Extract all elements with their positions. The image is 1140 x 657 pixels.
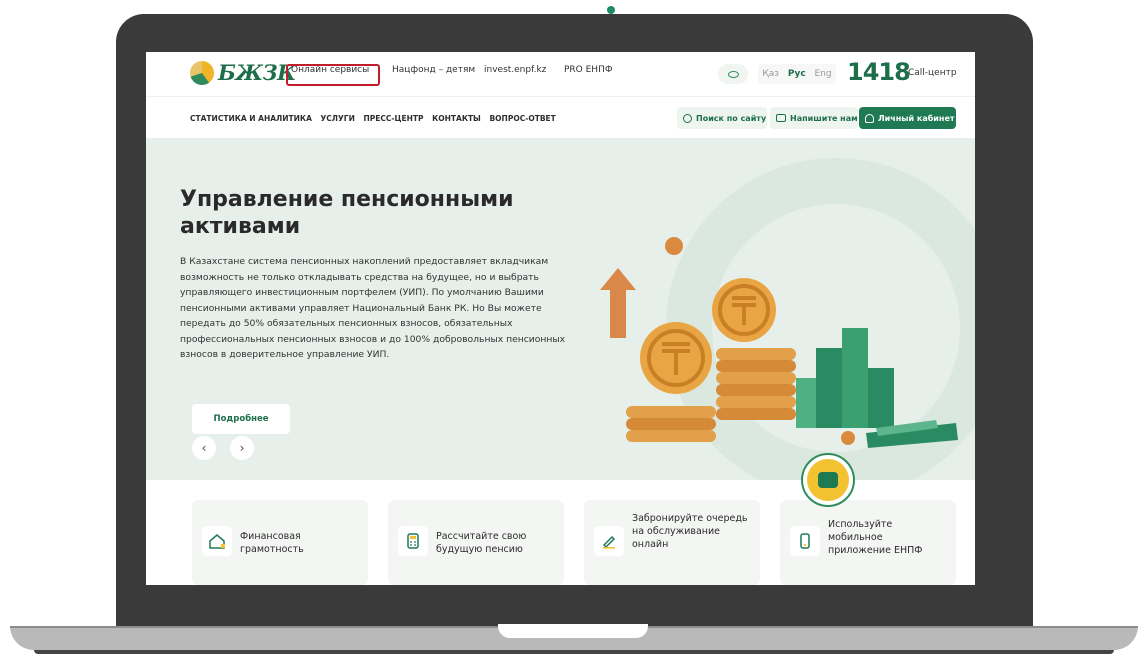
lang-kaz[interactable]: Қаз [762, 69, 779, 79]
accessibility-toggle[interactable] [718, 64, 748, 84]
language-switcher: Қаз Рус Eng [758, 64, 836, 84]
nav-contacts[interactable]: КОНТАКТЫ [432, 114, 481, 123]
topnav-pro-enpf[interactable]: PRO ЕНПФ [564, 65, 613, 75]
logo-text: БЖЗК [218, 60, 296, 85]
services-cards: Финансовая грамотность Рассчитайте свою … [146, 480, 975, 585]
bar-steps [796, 328, 894, 428]
laptop-base-shadow [34, 650, 1114, 654]
card-label: Рассчитайте свою будущую пенсию [436, 531, 527, 555]
logo-icon [190, 60, 214, 85]
main-nav: СТАТИСТИКА И АНАЛИТИКА УСЛУГИ ПРЕСС-ЦЕНТ… [190, 114, 562, 123]
coin-stack-left [626, 406, 716, 442]
tenge-coin-large [640, 322, 712, 394]
growth-arrow-icon [600, 268, 636, 338]
eye-icon [727, 70, 739, 78]
card-book-queue[interactable]: Забронируйте очередь на обслуживание онл… [584, 500, 760, 585]
slider-next-button[interactable]: › [230, 436, 254, 460]
laptop-stage: БЖЗК Онлайн сервисы Нацфонд – детям inve… [0, 0, 1140, 657]
search-label: Поиск по сайту [696, 113, 767, 123]
pen-icon [594, 526, 624, 556]
coins-illustration [600, 237, 958, 448]
indicator-dot [607, 6, 615, 14]
lang-eng[interactable]: Eng [814, 69, 831, 79]
nav-services[interactable]: УСЛУГИ [321, 114, 355, 123]
main-header: СТАТИСТИКА И АНАЛИТИКА УСЛУГИ ПРЕСС-ЦЕНТ… [146, 96, 975, 138]
slider-prev-button[interactable]: ‹ [192, 436, 216, 460]
site-logo[interactable]: БЖЗК [190, 60, 296, 85]
calculator-icon [398, 526, 428, 556]
personal-cabinet-button[interactable]: Личный кабинет [859, 107, 956, 129]
call-center-number[interactable]: 1418 [847, 58, 911, 86]
hero-banner: Управление пенсионными активами В Казахс… [146, 138, 975, 480]
highlight-box [286, 64, 380, 86]
write-us-label: Напишите нам [790, 113, 858, 123]
card-label: Используйте мобильное приложение ЕНПФ [828, 519, 923, 556]
house-icon [202, 526, 232, 556]
nav-statistics[interactable]: СТАТИСТИКА И АНАЛИТИКА [190, 114, 312, 123]
topnav-natsfond[interactable]: Нацфонд – детям [392, 65, 475, 75]
card-label: Финансовая грамотность [240, 531, 304, 555]
call-center-label: Call-центр [908, 68, 957, 78]
chat-icon [818, 472, 838, 488]
hero-description: В Казахстане система пенсионных накоплен… [180, 256, 566, 360]
laptop-notch [498, 624, 648, 638]
card-mobile-app[interactable]: Используйте мобильное приложение ЕНПФ [780, 500, 956, 585]
browser-screen: БЖЗК Онлайн сервисы Нацфонд – детям inve… [146, 52, 975, 585]
personal-cabinet-label: Личный кабинет [878, 113, 955, 123]
card-pension-calculator[interactable]: Рассчитайте свою будущую пенсию [388, 500, 564, 585]
tenge-coin-top [712, 278, 776, 342]
search-icon [683, 113, 692, 123]
search-button[interactable]: Поиск по сайту [677, 107, 767, 129]
message-icon [776, 114, 786, 122]
hero-title: Управление пенсионными активами [180, 187, 514, 239]
nav-faq[interactable]: ВОПРОС-ОТВЕТ [489, 114, 555, 123]
top-header: БЖЗК Онлайн сервисы Нацфонд – детям inve… [146, 52, 975, 96]
lang-rus[interactable]: Рус [788, 69, 806, 79]
small-coin-bottom [841, 431, 855, 445]
card-label: Забронируйте очередь на обслуживание онл… [632, 513, 748, 550]
write-us-button[interactable]: Напишите нам [770, 107, 858, 129]
topnav-invest[interactable]: invest.enpf.kz [484, 65, 546, 75]
card-financial-literacy[interactable]: Финансовая грамотность [192, 500, 368, 585]
coin-stack-right [716, 348, 796, 420]
small-coin [665, 237, 683, 255]
more-button[interactable]: Подробнее [192, 404, 290, 434]
chat-button[interactable] [803, 455, 853, 505]
user-icon [865, 113, 874, 123]
phone-icon [790, 526, 820, 556]
nav-press-center[interactable]: ПРЕСС-ЦЕНТР [363, 114, 423, 123]
